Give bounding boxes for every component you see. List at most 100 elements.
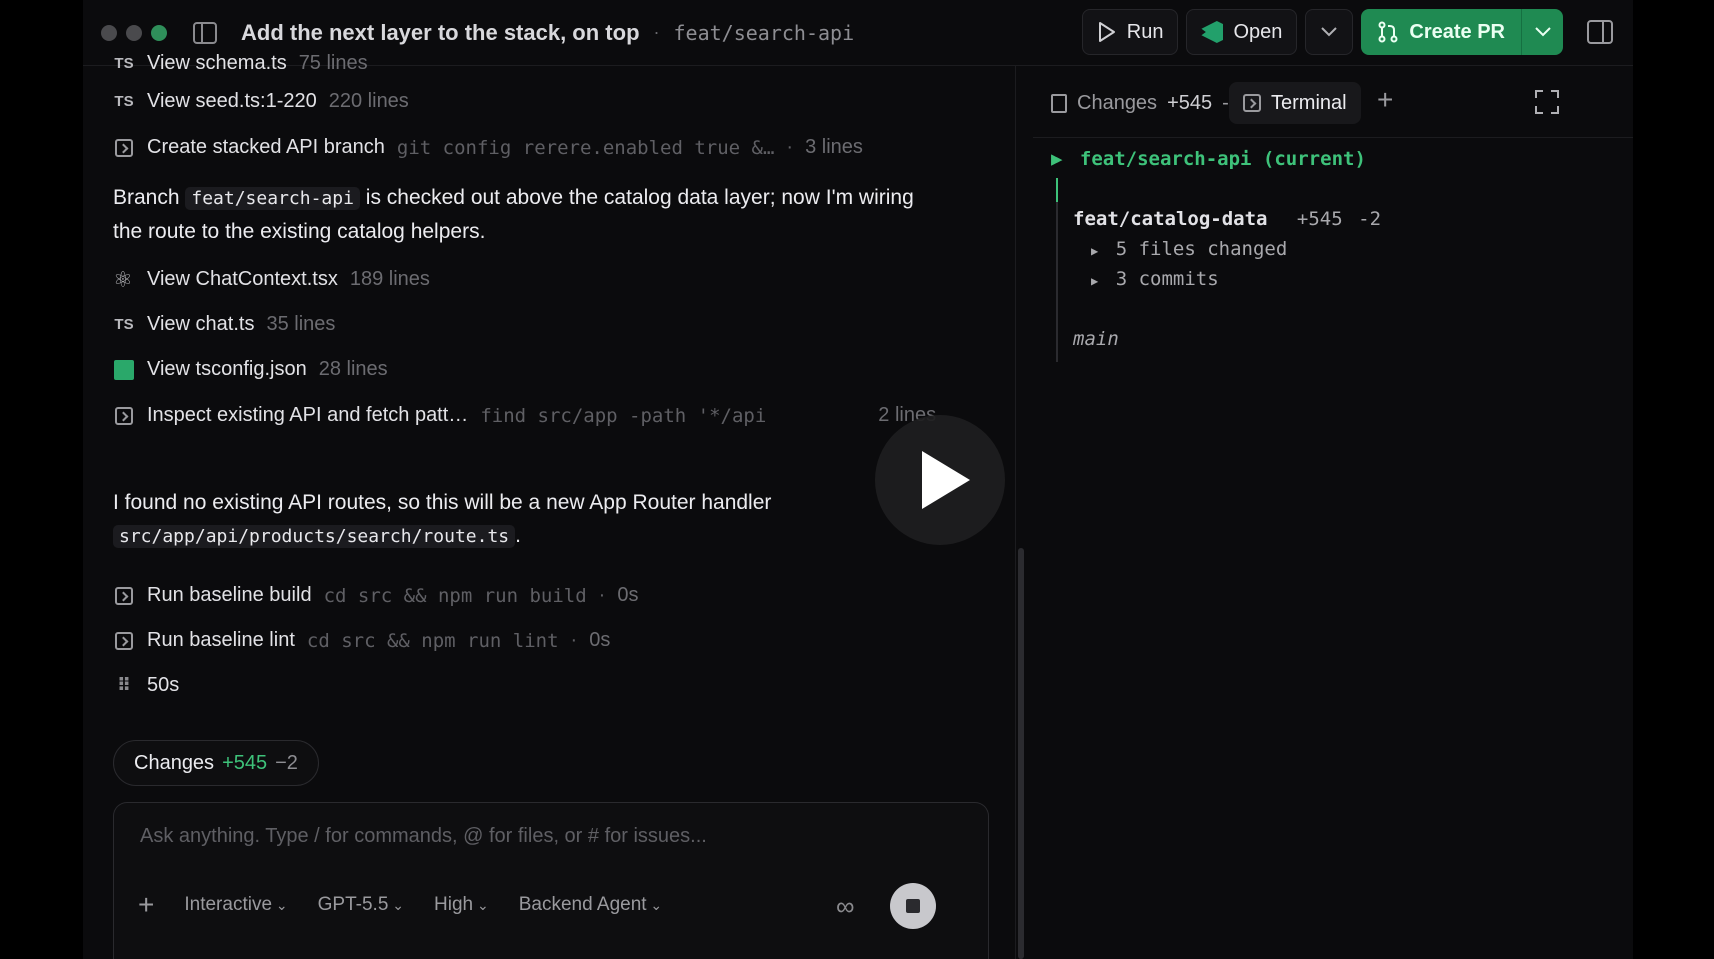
tree-current-branch[interactable]: ▶ feat/search-api (current): [1051, 148, 1366, 170]
maximize-window-button[interactable]: [151, 24, 167, 41]
sidebar-toggle-icon[interactable]: [193, 21, 217, 44]
message-text: Branch: [113, 186, 186, 209]
tree-line: [1056, 202, 1058, 362]
tree-commits-item[interactable]: ▶ 3 commits: [1091, 268, 1219, 290]
command-text: find src/app -path '*/api: [480, 404, 767, 427]
command-text: cd src && npm run build: [323, 584, 587, 607]
spinner-icon: ⠿: [116, 675, 132, 695]
caret-right-icon: ▶: [1051, 148, 1063, 170]
run-button[interactable]: Run: [1081, 9, 1179, 55]
terminal-icon-wrap: [113, 137, 135, 159]
agent-select[interactable]: Backend Agent: [519, 894, 662, 916]
additions-count: +545: [1296, 208, 1343, 230]
chat-input[interactable]: [140, 825, 960, 848]
tab-label: Changes: [1077, 91, 1158, 114]
terminal-icon: [115, 138, 133, 157]
branch-label: feat/catalog-data: [1073, 208, 1268, 230]
list-item[interactable]: TS View schema.ts 75 lines: [113, 52, 368, 75]
video-play-button[interactable]: [875, 415, 1005, 545]
stop-icon: [906, 899, 920, 913]
create-pr-dropdown-button[interactable]: [1521, 9, 1563, 55]
command-item[interactable]: Create stacked API branch git config rer…: [113, 136, 863, 159]
minimize-window-button[interactable]: [126, 24, 142, 41]
create-pr-button[interactable]: Create PR: [1361, 9, 1521, 55]
add-tab-icon[interactable]: +: [1377, 84, 1393, 116]
typescript-icon: TS: [114, 316, 134, 333]
command-label: Create stacked API branch: [147, 136, 385, 158]
list-item[interactable]: TS View chat.ts 35 lines: [113, 313, 335, 336]
inline-code: feat/search-api: [185, 187, 360, 210]
model-select[interactable]: GPT-5.5: [318, 894, 404, 916]
mode-select[interactable]: Interactive: [184, 894, 287, 916]
assistant-message: Branch feat/search-api is checked out ab…: [113, 181, 943, 248]
changes-chip-label: Changes: [134, 751, 215, 774]
additions-count: +545: [222, 751, 268, 774]
caret-right-icon: ▶: [1091, 274, 1099, 288]
separator-dot: ·: [570, 629, 578, 651]
play-icon: [1098, 22, 1115, 42]
tab-changes[interactable]: Changes +545 -2: [1037, 82, 1254, 124]
terminal-icon-wrap: [113, 405, 135, 427]
item-meta: 75 lines: [298, 52, 368, 74]
timer-value: 50s: [147, 674, 180, 696]
terminal-icon: [115, 406, 133, 425]
create-pr-group: Create PR: [1361, 9, 1563, 55]
command-meta: 0s: [589, 629, 611, 651]
item-label: View ChatContext.tsx: [147, 268, 338, 290]
chevron-down-icon: [1534, 27, 1551, 37]
branch-label: feat/search-api (current): [1079, 148, 1366, 170]
play-icon: [922, 451, 970, 509]
changes-chip[interactable]: Changes +545 −2: [113, 740, 319, 786]
title-separator: ·: [653, 22, 660, 42]
tree-files-item[interactable]: ▶ 5 files changed: [1091, 238, 1287, 260]
chevron-down-icon: [1321, 27, 1338, 37]
open-dropdown-button[interactable]: [1305, 9, 1354, 55]
create-pr-label: Create PR: [1409, 20, 1505, 43]
command-label: Run baseline lint: [147, 629, 295, 651]
composer-toolbar: + Interactive GPT-5.5 High Backend Agent: [138, 889, 662, 921]
item-meta: 220 lines: [328, 90, 409, 112]
command-meta: 3 lines: [805, 136, 863, 158]
separator-dot: ·: [786, 136, 794, 158]
vscode-icon: [1201, 21, 1224, 43]
tab-terminal[interactable]: Terminal: [1229, 82, 1361, 124]
tab-label: Terminal: [1271, 91, 1347, 114]
react-icon: ⚛: [113, 266, 133, 292]
add-attachment-icon[interactable]: +: [138, 889, 154, 921]
item-label: View seed.ts:1-220: [147, 90, 317, 112]
open-button[interactable]: Open: [1186, 9, 1298, 55]
commits-label: 3 commits: [1115, 268, 1219, 290]
app-window: Add the next layer to the stack, on top …: [83, 0, 1633, 959]
infinity-icon[interactable]: ∞: [836, 891, 855, 922]
fullscreen-icon[interactable]: [1535, 90, 1559, 114]
message-text: I found no existing API routes, so this …: [113, 491, 772, 514]
scrollbar-thumb[interactable]: [1018, 548, 1024, 959]
effort-select[interactable]: High: [434, 894, 489, 916]
panel-tabs: Changes +545 -2 Terminal +: [1033, 66, 1633, 138]
terminal-icon: [115, 631, 133, 650]
command-label: Run baseline build: [147, 584, 312, 606]
toggle-panel-icon[interactable]: [1587, 20, 1613, 44]
item-label: View chat.ts: [147, 313, 255, 335]
caret-right-icon: ▶: [1091, 244, 1099, 258]
command-item[interactable]: Inspect existing API and fetch patt… fin…: [113, 404, 936, 427]
list-item[interactable]: View tsconfig.json 28 lines: [113, 358, 388, 381]
separator-dot: ·: [598, 584, 606, 606]
branch-name: feat/search-api: [673, 20, 855, 45]
close-window-button[interactable]: [101, 24, 117, 41]
typescript-icon: TS: [114, 55, 134, 72]
command-item[interactable]: Run baseline lint cd src && npm run lint…: [113, 629, 610, 652]
command-meta: 0s: [617, 584, 639, 606]
command-item[interactable]: Run baseline build cd src && npm run bui…: [113, 584, 638, 607]
tree-base-branch[interactable]: main: [1073, 328, 1119, 350]
item-meta: 28 lines: [318, 358, 388, 380]
document-icon: [1051, 93, 1067, 113]
elapsed-timer: ⠿ 50s: [113, 674, 179, 697]
list-item[interactable]: TS View seed.ts:1-220 220 lines: [113, 90, 409, 113]
list-item[interactable]: ⚛ View ChatContext.tsx 189 lines: [113, 268, 430, 291]
stop-button[interactable]: [890, 883, 936, 929]
composer: + Interactive GPT-5.5 High Backend Agent…: [113, 802, 989, 959]
pull-request-icon: [1378, 21, 1398, 43]
tree-branch[interactable]: feat/catalog-data +545 -2: [1073, 208, 1381, 230]
command-label: Inspect existing API and fetch patt…: [147, 404, 469, 426]
